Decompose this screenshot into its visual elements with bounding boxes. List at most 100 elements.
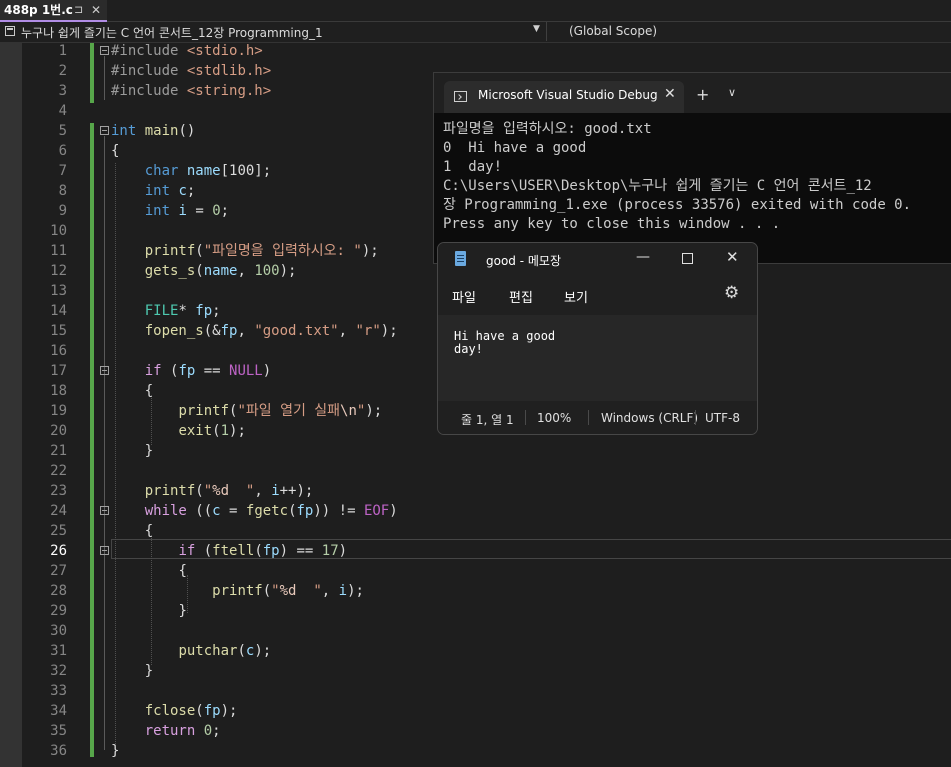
code-line-3: #include <string.h> bbox=[111, 83, 272, 99]
code-line-27: { bbox=[178, 563, 187, 579]
fold-collapse-icon[interactable] bbox=[100, 46, 109, 55]
line-number: 7 bbox=[58, 163, 67, 179]
fold-collapse-icon[interactable] bbox=[100, 506, 109, 515]
line-number: 32 bbox=[50, 663, 67, 679]
tab-close-icon[interactable]: ✕ bbox=[91, 0, 101, 20]
line-number: 26 bbox=[50, 543, 67, 559]
line-number: 25 bbox=[50, 523, 67, 539]
line-number: 36 bbox=[50, 743, 67, 759]
code-line-14: FILE* fp; bbox=[144, 303, 221, 319]
line-number: 14 bbox=[50, 303, 67, 319]
line-number: 8 bbox=[58, 183, 67, 199]
scope-dropdown[interactable]: (Global Scope) bbox=[569, 24, 657, 38]
code-line-21: } bbox=[144, 443, 154, 459]
line-number: 6 bbox=[58, 143, 67, 159]
line-number: 9 bbox=[58, 203, 67, 219]
code-line-24: while ((c = fgetc(fp)) != EOF) bbox=[144, 503, 398, 519]
gear-icon[interactable]: ⚙ bbox=[724, 283, 739, 303]
project-icon bbox=[5, 26, 15, 36]
line-number: 3 bbox=[58, 83, 67, 99]
line-number: 34 bbox=[50, 703, 67, 719]
notepad-content: Hi have a good day! bbox=[454, 329, 556, 356]
line-number: 15 bbox=[50, 323, 67, 339]
code-line-8: int c; bbox=[144, 183, 196, 199]
line-number: 5 bbox=[58, 123, 67, 139]
debug-console-window[interactable]: Microsoft Visual Studio Debug ✕ + ∨ 파일명을… bbox=[433, 72, 951, 264]
menu-view[interactable]: 보기 bbox=[564, 287, 588, 306]
fold-collapse-icon[interactable] bbox=[100, 126, 109, 135]
code-line-19: printf("파일 열기 실패\n"); bbox=[178, 403, 383, 419]
code-line-12: gets_s(name, 100); bbox=[144, 263, 297, 279]
code-line-34: fclose(fp); bbox=[144, 703, 238, 719]
console-output: 파일명을 입력하시오: good.txt 0 Hi have a good 1 da… bbox=[443, 120, 951, 260]
change-tracking-bar bbox=[90, 123, 94, 757]
minimize-icon[interactable]: — bbox=[636, 249, 650, 265]
status-divider bbox=[525, 410, 526, 425]
console-line: 장 Programming_1.exe (process 33576) exit… bbox=[443, 197, 912, 213]
document-tab[interactable]: 488p 1번.c ⊐ ✕ bbox=[0, 0, 107, 22]
line-number: 20 bbox=[50, 423, 67, 439]
change-tracking-bar bbox=[90, 43, 94, 103]
line-number: 30 bbox=[50, 623, 67, 639]
project-dropdown[interactable]: 누구나 쉽게 즐기는 C 언어 콘서트_12장 Programming_1 ▼ bbox=[0, 22, 547, 41]
line-number: 19 bbox=[50, 403, 67, 419]
code-line-2: #include <stdlib.h> bbox=[111, 63, 272, 79]
pin-icon[interactable]: ⊐ bbox=[74, 0, 83, 20]
line-number: 33 bbox=[50, 683, 67, 699]
line-number: 23 bbox=[50, 483, 67, 499]
chevron-down-icon[interactable]: ∨ bbox=[728, 86, 736, 99]
console-line: 0 Hi have a good bbox=[443, 140, 587, 156]
line-number: 22 bbox=[50, 463, 67, 479]
line-number: 4 bbox=[58, 103, 67, 119]
console-tab[interactable]: Microsoft Visual Studio Debug ✕ bbox=[444, 81, 684, 113]
notepad-window[interactable]: good - 메모장 — ✕ 파일 편집 보기 ⚙ Hi have a good… bbox=[437, 242, 758, 435]
code-line-7: char name[100]; bbox=[144, 163, 272, 179]
fold-collapse-icon[interactable] bbox=[100, 546, 109, 555]
line-number: 18 bbox=[50, 383, 67, 399]
close-icon[interactable]: ✕ bbox=[664, 86, 676, 102]
code-line-1: #include <stdio.h> bbox=[111, 43, 263, 59]
status-cursor-position: 줄 1, 열 1 bbox=[461, 413, 514, 427]
code-line-29: } bbox=[178, 603, 187, 619]
notepad-text-area[interactable]: Hi have a good day! bbox=[438, 315, 757, 401]
code-line-31: putchar(c); bbox=[178, 643, 272, 659]
notepad-menu-bar: 파일 편집 보기 ⚙ bbox=[438, 275, 757, 315]
line-number: 11 bbox=[50, 243, 67, 259]
menu-file[interactable]: 파일 bbox=[452, 287, 476, 306]
dropdown-arrow-icon: ▼ bbox=[533, 24, 540, 34]
console-title-bar: Microsoft Visual Studio Debug ✕ + ∨ bbox=[434, 73, 951, 113]
code-line-11: printf("파일명을 입력하시오: "); bbox=[144, 243, 379, 259]
console-line: 파일명을 입력하시오: good.txt bbox=[443, 121, 652, 137]
fold-line bbox=[104, 136, 105, 750]
line-number: 2 bbox=[58, 63, 67, 79]
console-line: Press any key to close this window . . . bbox=[443, 216, 781, 232]
line-number: 29 bbox=[50, 603, 67, 619]
navigation-bar: 누구나 쉽게 즐기는 C 언어 콘서트_12장 Programming_1 ▼ … bbox=[0, 22, 951, 43]
line-number: 28 bbox=[50, 583, 67, 599]
status-divider bbox=[588, 410, 589, 425]
line-number: 16 bbox=[50, 343, 67, 359]
line-number: 12 bbox=[50, 263, 67, 279]
notepad-title: good - 메모장 bbox=[486, 254, 561, 268]
new-tab-icon[interactable]: + bbox=[696, 85, 709, 104]
line-number: 13 bbox=[50, 283, 67, 299]
code-line-28: printf("%d ", i); bbox=[212, 583, 364, 599]
menu-edit[interactable]: 편집 bbox=[509, 287, 533, 306]
maximize-icon[interactable] bbox=[682, 253, 693, 264]
line-number: 21 bbox=[50, 443, 67, 459]
line-number: 24 bbox=[50, 503, 67, 519]
code-line-17: if (fp == NULL) bbox=[144, 363, 272, 379]
status-divider bbox=[695, 410, 696, 425]
status-zoom: 100% bbox=[537, 411, 572, 425]
code-line-26: if (ftell(fp) == 17) bbox=[178, 543, 348, 559]
console-line: 1 day! bbox=[443, 159, 503, 175]
close-icon[interactable]: ✕ bbox=[726, 248, 739, 266]
fold-collapse-icon[interactable] bbox=[100, 366, 109, 375]
code-line-23: printf("%d ", i++); bbox=[144, 483, 314, 499]
notepad-icon bbox=[455, 251, 466, 266]
code-line-15: fopen_s(&fp, "good.txt", "r"); bbox=[144, 323, 398, 339]
notepad-title-bar: good - 메모장 — ✕ bbox=[438, 243, 757, 275]
line-number: 35 bbox=[50, 723, 67, 739]
code-line-36: } bbox=[111, 743, 120, 759]
notepad-status-bar: 줄 1, 열 1 100% Windows (CRLF) UTF-8 bbox=[438, 401, 757, 434]
